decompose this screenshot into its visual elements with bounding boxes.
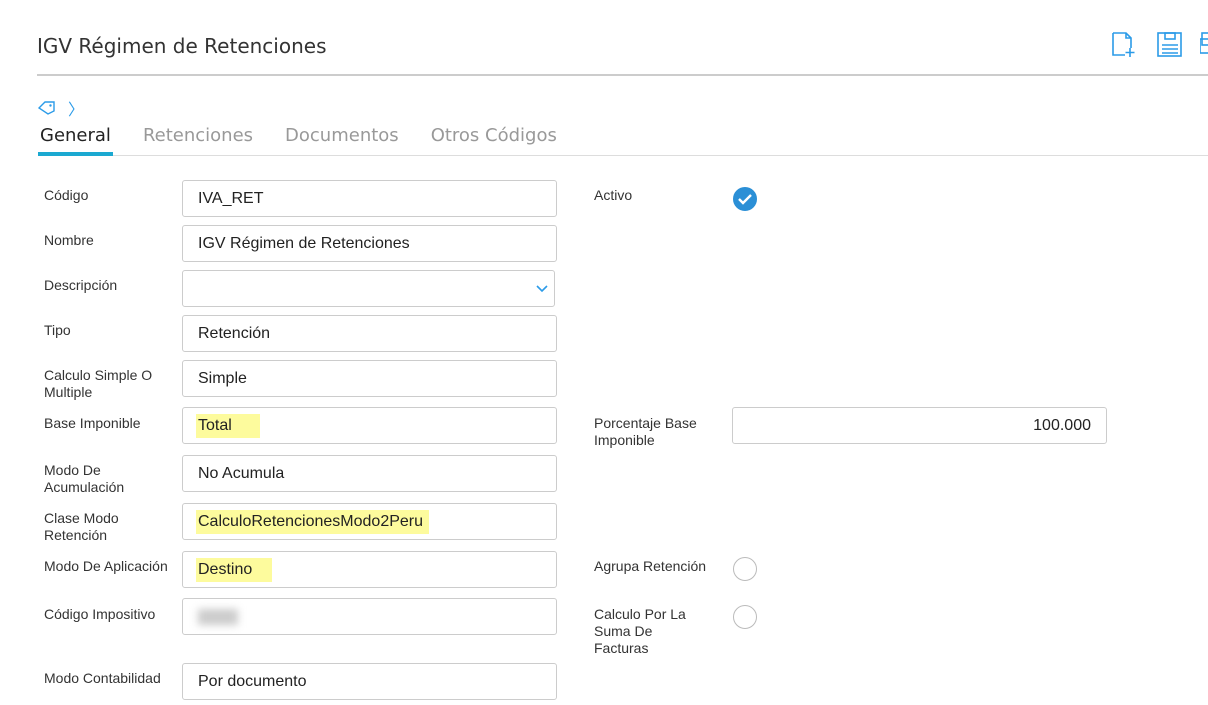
calculo-value: Simple bbox=[198, 369, 247, 387]
modo-aplicacion-label: Modo De Aplicación bbox=[44, 558, 168, 574]
modo-aplicacion-value: Destino bbox=[198, 559, 271, 580]
copy-icon[interactable] bbox=[1200, 31, 1208, 59]
nombre-input[interactable]: IGV Régimen de Retenciones bbox=[182, 225, 557, 262]
codigo-impositivo-label: Código Impositivo bbox=[44, 606, 156, 622]
tag-icon[interactable] bbox=[38, 101, 56, 115]
calculo-input[interactable]: Simple bbox=[182, 360, 557, 397]
activo-checkbox[interactable] bbox=[733, 187, 757, 211]
modo-contabilidad-label: Modo Contabilidad bbox=[44, 670, 161, 686]
nombre-label: Nombre bbox=[44, 232, 94, 248]
modo-contabilidad-input[interactable]: Por documento bbox=[182, 663, 557, 700]
breadcrumb-separator: 〉 bbox=[68, 102, 85, 119]
nombre-value: IGV Régimen de Retenciones bbox=[198, 234, 410, 252]
agrupa-checkbox[interactable] bbox=[733, 557, 757, 581]
porcentaje-input[interactable]: 100.000 bbox=[732, 407, 1107, 444]
codigo-value: IVA_RET bbox=[198, 189, 264, 207]
base-input[interactable]: Total bbox=[182, 407, 557, 444]
suma-facturas-checkbox[interactable] bbox=[733, 605, 757, 629]
clase-value: CalculoRetencionesModo2Peru bbox=[198, 511, 428, 532]
activo-label: Activo bbox=[594, 187, 633, 203]
modo-acumulacion-label: Modo De Acumulación bbox=[44, 462, 125, 495]
agrupa-label: Agrupa Retención bbox=[594, 558, 707, 574]
base-label: Base Imponible bbox=[44, 415, 141, 431]
porcentaje-label: Porcentaje Base Imponible bbox=[594, 415, 697, 448]
header-divider bbox=[37, 74, 1208, 76]
blurred-value bbox=[198, 608, 238, 625]
check-icon bbox=[738, 194, 752, 205]
modo-acumulacion-value: No Acumula bbox=[198, 464, 285, 482]
clase-label: Clase Modo Retención bbox=[44, 510, 119, 543]
tab-general[interactable]: General bbox=[38, 125, 113, 156]
tab-documentos[interactable]: Documentos bbox=[283, 125, 401, 156]
codigo-input[interactable]: IVA_RET bbox=[182, 180, 557, 217]
page-title: IGV Régimen de Retenciones bbox=[37, 34, 327, 58]
tipo-label: Tipo bbox=[44, 322, 71, 338]
modo-acumulacion-input[interactable]: No Acumula bbox=[182, 455, 557, 492]
tab-retenciones[interactable]: Retenciones bbox=[141, 125, 255, 156]
tipo-input[interactable]: Retención bbox=[182, 315, 557, 352]
breadcrumb: 〉 bbox=[38, 96, 84, 120]
descripcion-select[interactable] bbox=[182, 270, 555, 307]
descripcion-label: Descripción bbox=[44, 277, 118, 293]
calculo-label: Calculo Simple O Multiple bbox=[44, 367, 153, 400]
modo-aplicacion-input[interactable]: Destino bbox=[182, 551, 557, 588]
tipo-value: Retención bbox=[198, 324, 271, 342]
suma-facturas-label: Calculo Por La Suma De Facturas bbox=[594, 606, 686, 656]
save-icon[interactable] bbox=[1157, 31, 1183, 59]
tab-bar: General Retenciones Documentos Otros Cód… bbox=[38, 125, 1208, 156]
porcentaje-value: 100.000 bbox=[1033, 416, 1091, 434]
new-document-icon[interactable] bbox=[1111, 31, 1137, 59]
tab-otros-codigos[interactable]: Otros Códigos bbox=[429, 125, 559, 156]
base-value: Total bbox=[198, 415, 258, 436]
chevron-down-icon[interactable] bbox=[536, 284, 550, 294]
codigo-label: Código bbox=[44, 187, 89, 203]
modo-contabilidad-value: Por documento bbox=[198, 672, 307, 690]
codigo-impositivo-input[interactable] bbox=[182, 598, 557, 635]
clase-input[interactable]: CalculoRetencionesModo2Peru bbox=[182, 503, 557, 540]
